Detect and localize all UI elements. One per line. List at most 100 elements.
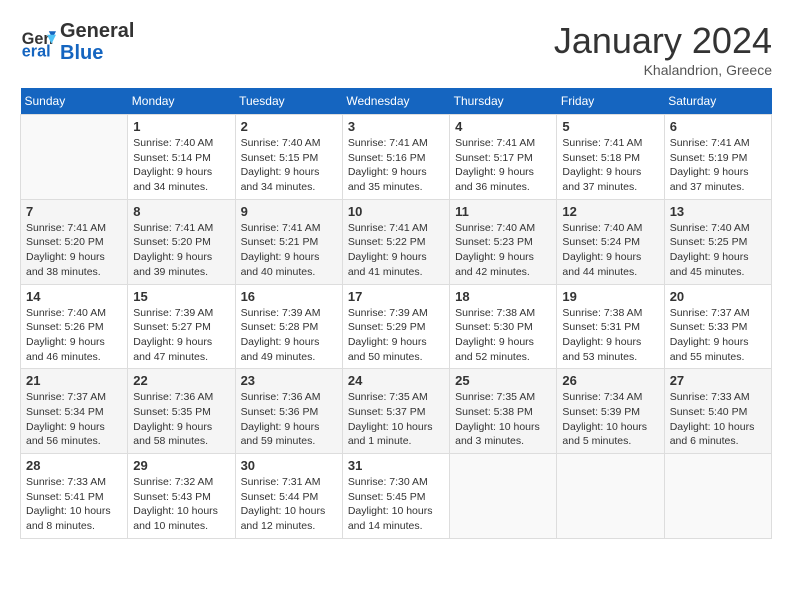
calendar-cell: 23 Sunrise: 7:36 AM Sunset: 5:36 PM Dayli… bbox=[235, 369, 342, 454]
day-number: 28 bbox=[26, 458, 122, 473]
calendar-cell bbox=[450, 454, 557, 539]
cell-info: Sunrise: 7:33 AM Sunset: 5:40 PM Dayligh… bbox=[670, 390, 766, 449]
cell-info: Sunrise: 7:38 AM Sunset: 5:31 PM Dayligh… bbox=[562, 306, 658, 365]
day-number: 7 bbox=[26, 204, 122, 219]
page-header: Gen eral General Blue January 2024 Khala… bbox=[20, 20, 772, 78]
svg-text:eral: eral bbox=[22, 42, 51, 60]
cell-info: Sunrise: 7:35 AM Sunset: 5:38 PM Dayligh… bbox=[455, 390, 551, 449]
calendar-cell bbox=[557, 454, 664, 539]
calendar-cell: 9Sunrise: 7:41 AM Sunset: 5:21 PM Daylig… bbox=[235, 199, 342, 284]
calendar-cell: 13 Sunrise: 7:40 AM Sunset: 5:25 PM Dayli… bbox=[664, 199, 771, 284]
calendar-cell: 14Sunrise: 7:40 AM Sunset: 5:26 PM Dayli… bbox=[21, 284, 128, 369]
column-header-wednesday: Wednesday bbox=[342, 88, 449, 115]
day-number: 11 bbox=[455, 204, 551, 219]
calendar-cell: 24Sunrise: 7:35 AM Sunset: 5:37 PM Dayli… bbox=[342, 369, 449, 454]
day-number: 1 bbox=[133, 119, 229, 134]
calendar-cell: 17 Sunrise: 7:39 AM Sunset: 5:29 PM Dayli… bbox=[342, 284, 449, 369]
column-header-friday: Friday bbox=[557, 88, 664, 115]
cell-info: Sunrise: 7:41 AM Sunset: 5:21 PM Dayligh… bbox=[241, 221, 337, 280]
cell-info: Sunrise: 7:40 AM Sunset: 5:14 PM Dayligh… bbox=[133, 136, 229, 195]
logo-icon: Gen eral bbox=[20, 24, 56, 60]
calendar-cell: 31 Sunrise: 7:30 AM Sunset: 5:45 PM Dayli… bbox=[342, 454, 449, 539]
calendar-cell: 12 Sunrise: 7:40 AM Sunset: 5:24 PM Dayli… bbox=[557, 199, 664, 284]
day-number: 26 bbox=[562, 373, 658, 388]
day-number: 14 bbox=[26, 289, 122, 304]
day-number: 5 bbox=[562, 119, 658, 134]
location: Khalandrion, Greece bbox=[554, 62, 772, 78]
cell-info: Sunrise: 7:40 AM Sunset: 5:24 PM Dayligh… bbox=[562, 221, 658, 280]
calendar-cell: 27 Sunrise: 7:33 AM Sunset: 5:40 PM Dayli… bbox=[664, 369, 771, 454]
calendar-cell: 3 Sunrise: 7:41 AM Sunset: 5:16 PM Daylig… bbox=[342, 115, 449, 200]
day-number: 16 bbox=[241, 289, 337, 304]
cell-info: Sunrise: 7:40 AM Sunset: 5:25 PM Dayligh… bbox=[670, 221, 766, 280]
calendar-cell: 1 Sunrise: 7:40 AM Sunset: 5:14 PM Daylig… bbox=[128, 115, 235, 200]
calendar-cell bbox=[21, 115, 128, 200]
logo: Gen eral General Blue bbox=[20, 20, 134, 64]
calendar-cell: 5 Sunrise: 7:41 AM Sunset: 5:18 PM Daylig… bbox=[557, 115, 664, 200]
day-number: 17 bbox=[348, 289, 444, 304]
column-header-thursday: Thursday bbox=[450, 88, 557, 115]
calendar-header-row: SundayMondayTuesdayWednesdayThursdayFrid… bbox=[21, 88, 772, 115]
day-number: 23 bbox=[241, 373, 337, 388]
logo-text-general: General bbox=[60, 20, 134, 42]
day-number: 6 bbox=[670, 119, 766, 134]
calendar-cell: 4 Sunrise: 7:41 AM Sunset: 5:17 PM Daylig… bbox=[450, 115, 557, 200]
day-number: 29 bbox=[133, 458, 229, 473]
calendar-week-3: 14Sunrise: 7:40 AM Sunset: 5:26 PM Dayli… bbox=[21, 284, 772, 369]
cell-info: Sunrise: 7:40 AM Sunset: 5:23 PM Dayligh… bbox=[455, 221, 551, 280]
calendar-week-1: 1 Sunrise: 7:40 AM Sunset: 5:14 PM Daylig… bbox=[21, 115, 772, 200]
day-number: 27 bbox=[670, 373, 766, 388]
calendar-cell: 8 Sunrise: 7:41 AM Sunset: 5:20 PM Daylig… bbox=[128, 199, 235, 284]
cell-info: Sunrise: 7:37 AM Sunset: 5:33 PM Dayligh… bbox=[670, 306, 766, 365]
cell-info: Sunrise: 7:39 AM Sunset: 5:29 PM Dayligh… bbox=[348, 306, 444, 365]
day-number: 21 bbox=[26, 373, 122, 388]
column-header-saturday: Saturday bbox=[664, 88, 771, 115]
calendar-cell: 20 Sunrise: 7:37 AM Sunset: 5:33 PM Dayli… bbox=[664, 284, 771, 369]
calendar-cell: 6Sunrise: 7:41 AM Sunset: 5:19 PM Daylig… bbox=[664, 115, 771, 200]
cell-info: Sunrise: 7:31 AM Sunset: 5:44 PM Dayligh… bbox=[241, 475, 337, 534]
calendar-cell: 26 Sunrise: 7:34 AM Sunset: 5:39 PM Dayli… bbox=[557, 369, 664, 454]
cell-info: Sunrise: 7:37 AM Sunset: 5:34 PM Dayligh… bbox=[26, 390, 122, 449]
title-area: January 2024 Khalandrion, Greece bbox=[554, 20, 772, 78]
calendar-table: SundayMondayTuesdayWednesdayThursdayFrid… bbox=[20, 88, 772, 539]
cell-info: Sunrise: 7:40 AM Sunset: 5:15 PM Dayligh… bbox=[241, 136, 337, 195]
cell-info: Sunrise: 7:36 AM Sunset: 5:35 PM Dayligh… bbox=[133, 390, 229, 449]
cell-info: Sunrise: 7:34 AM Sunset: 5:39 PM Dayligh… bbox=[562, 390, 658, 449]
day-number: 4 bbox=[455, 119, 551, 134]
day-number: 22 bbox=[133, 373, 229, 388]
cell-info: Sunrise: 7:38 AM Sunset: 5:30 PM Dayligh… bbox=[455, 306, 551, 365]
cell-info: Sunrise: 7:36 AM Sunset: 5:36 PM Dayligh… bbox=[241, 390, 337, 449]
day-number: 10 bbox=[348, 204, 444, 219]
calendar-cell: 7 Sunrise: 7:41 AM Sunset: 5:20 PM Daylig… bbox=[21, 199, 128, 284]
calendar-week-2: 7 Sunrise: 7:41 AM Sunset: 5:20 PM Daylig… bbox=[21, 199, 772, 284]
calendar-week-4: 21 Sunrise: 7:37 AM Sunset: 5:34 PM Dayli… bbox=[21, 369, 772, 454]
day-number: 12 bbox=[562, 204, 658, 219]
cell-info: Sunrise: 7:41 AM Sunset: 5:20 PM Dayligh… bbox=[133, 221, 229, 280]
cell-info: Sunrise: 7:30 AM Sunset: 5:45 PM Dayligh… bbox=[348, 475, 444, 534]
cell-info: Sunrise: 7:41 AM Sunset: 5:20 PM Dayligh… bbox=[26, 221, 122, 280]
calendar-cell bbox=[664, 454, 771, 539]
cell-info: Sunrise: 7:41 AM Sunset: 5:16 PM Dayligh… bbox=[348, 136, 444, 195]
cell-info: Sunrise: 7:39 AM Sunset: 5:28 PM Dayligh… bbox=[241, 306, 337, 365]
cell-info: Sunrise: 7:41 AM Sunset: 5:18 PM Dayligh… bbox=[562, 136, 658, 195]
calendar-cell: 18Sunrise: 7:38 AM Sunset: 5:30 PM Dayli… bbox=[450, 284, 557, 369]
day-number: 8 bbox=[133, 204, 229, 219]
day-number: 30 bbox=[241, 458, 337, 473]
calendar-cell: 19 Sunrise: 7:38 AM Sunset: 5:31 PM Dayli… bbox=[557, 284, 664, 369]
cell-info: Sunrise: 7:41 AM Sunset: 5:17 PM Dayligh… bbox=[455, 136, 551, 195]
calendar-cell: 10 Sunrise: 7:41 AM Sunset: 5:22 PM Dayli… bbox=[342, 199, 449, 284]
day-number: 20 bbox=[670, 289, 766, 304]
day-number: 25 bbox=[455, 373, 551, 388]
calendar-cell: 15Sunrise: 7:39 AM Sunset: 5:27 PM Dayli… bbox=[128, 284, 235, 369]
day-number: 31 bbox=[348, 458, 444, 473]
day-number: 2 bbox=[241, 119, 337, 134]
logo-text-blue: Blue bbox=[60, 42, 103, 64]
day-number: 13 bbox=[670, 204, 766, 219]
day-number: 3 bbox=[348, 119, 444, 134]
cell-info: Sunrise: 7:39 AM Sunset: 5:27 PM Dayligh… bbox=[133, 306, 229, 365]
calendar-cell: 21 Sunrise: 7:37 AM Sunset: 5:34 PM Dayli… bbox=[21, 369, 128, 454]
calendar-cell: 16 Sunrise: 7:39 AM Sunset: 5:28 PM Dayli… bbox=[235, 284, 342, 369]
calendar-cell: 11 Sunrise: 7:40 AM Sunset: 5:23 PM Dayli… bbox=[450, 199, 557, 284]
cell-info: Sunrise: 7:41 AM Sunset: 5:22 PM Dayligh… bbox=[348, 221, 444, 280]
day-number: 19 bbox=[562, 289, 658, 304]
